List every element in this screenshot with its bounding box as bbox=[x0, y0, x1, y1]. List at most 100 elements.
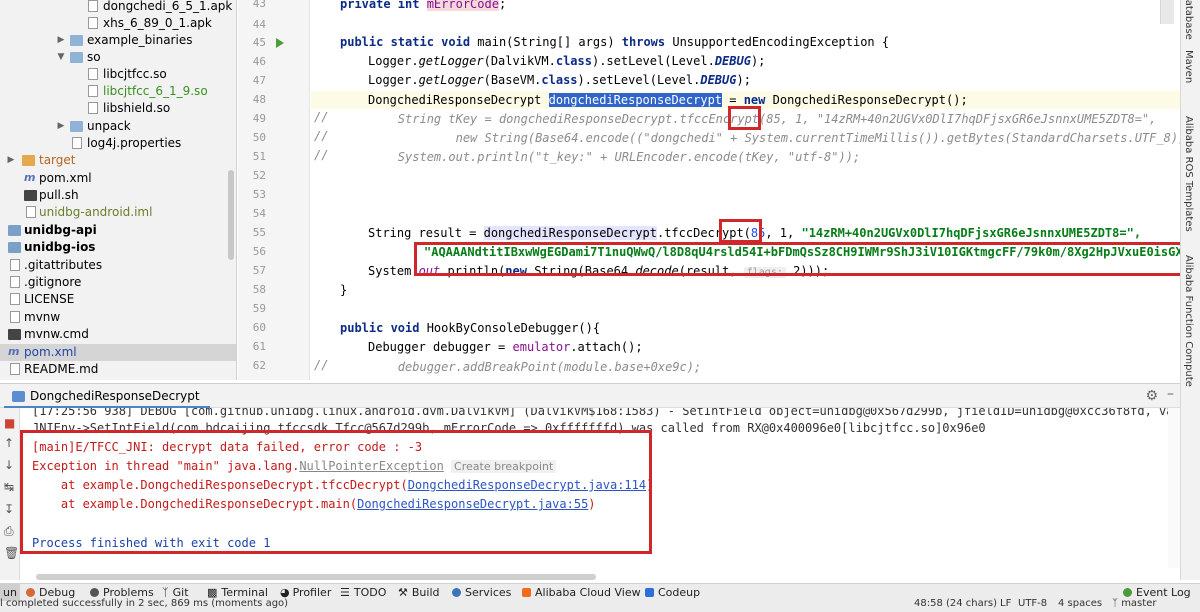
tab-todo[interactable]: ☰ TODO bbox=[340, 584, 386, 602]
tree-item-pom-xml-root[interactable]: m pom.xml bbox=[0, 344, 236, 361]
chevron-right-icon[interactable]: ▶ bbox=[6, 152, 16, 169]
list-icon: ☰ bbox=[340, 586, 350, 599]
status-indent[interactable]: 4 spaces bbox=[1058, 598, 1102, 609]
project-tree[interactable]: dongchedi_6_5_1.apk xhs_6_89_0_1.apk ▶ e… bbox=[0, 0, 237, 380]
tab-alibaba-cloud-view[interactable]: Alibaba Cloud View bbox=[522, 584, 641, 602]
run-config-icon bbox=[12, 391, 25, 402]
run-main-icon[interactable] bbox=[276, 38, 284, 48]
tab-alibaba-ros-templates[interactable]: Alibaba ROS Templates bbox=[1183, 116, 1194, 232]
tree-item-dongchedi-apk[interactable]: dongchedi_6_5_1.apk bbox=[0, 0, 236, 15]
tree-item-libcjtfcc-so[interactable]: libcjtfcc.so bbox=[0, 66, 236, 83]
tree-item-unidbg-android-iml[interactable]: unidbg-android.iml bbox=[0, 204, 236, 221]
tree-item-unidbg-ios[interactable]: unidbg-ios bbox=[0, 239, 236, 256]
print-icon[interactable]: ⎙ bbox=[4, 524, 14, 539]
line-number: 55 bbox=[252, 226, 266, 239]
annotation-box-85 bbox=[719, 219, 762, 243]
gear-icon[interactable]: ⚙ bbox=[1145, 388, 1158, 404]
tree-item-readme[interactable]: README.md bbox=[0, 361, 236, 378]
tab-maven[interactable]: Maven bbox=[1183, 50, 1194, 83]
tree-item-target[interactable]: ▶ target bbox=[0, 152, 236, 169]
line-number: 51 bbox=[252, 150, 266, 163]
up-arrow-icon[interactable]: ↑ bbox=[4, 436, 14, 450]
console-hscrollbar[interactable] bbox=[36, 574, 596, 580]
annotation-box-85-commented bbox=[728, 106, 761, 130]
tree-item-xhs-apk[interactable]: xhs_6_89_0_1.apk bbox=[0, 15, 236, 32]
folder-icon bbox=[70, 52, 83, 63]
code-line-58: } bbox=[340, 283, 348, 297]
line-number: 52 bbox=[252, 169, 266, 182]
editor-scrollbar[interactable] bbox=[1160, 0, 1174, 24]
tab-alibaba-function-compute[interactable]: Alibaba Function Compute bbox=[1183, 255, 1194, 387]
run-tab-label: DongchediResponseDecrypt bbox=[30, 389, 200, 403]
file-icon bbox=[10, 259, 20, 271]
code-editor[interactable]: 43 44 45 46 47 48 49 50 51 52 53 54 55 5… bbox=[238, 0, 1200, 380]
right-tool-rail: Database Maven Alibaba ROS Templates Ali… bbox=[1180, 0, 1200, 580]
chevron-right-icon[interactable]: ▶ bbox=[56, 32, 66, 49]
tree-item-gitignore[interactable]: .gitignore bbox=[0, 274, 236, 291]
scroll-to-end-icon[interactable]: ↧ bbox=[4, 502, 14, 516]
code-line-46: Logger.getLogger(DalvikVM.class).setLeve… bbox=[368, 54, 766, 68]
line-number: 59 bbox=[252, 302, 266, 315]
status-message[interactable]: l completed successfully in 2 sec, 869 m… bbox=[0, 598, 288, 609]
tree-item-so[interactable]: ▼ so bbox=[0, 49, 236, 66]
tab-build[interactable]: ⚒ Build bbox=[398, 584, 440, 602]
services-icon bbox=[452, 588, 461, 597]
editor-gutter[interactable]: 43 44 45 46 47 48 49 50 51 52 53 54 55 5… bbox=[238, 0, 310, 380]
tree-scrollbar[interactable] bbox=[228, 170, 234, 260]
soft-wrap-icon[interactable]: ↹ bbox=[4, 480, 14, 494]
tree-item-example-binaries[interactable]: ▶ example_binaries bbox=[0, 32, 236, 49]
trash-icon[interactable]: 🗑 bbox=[4, 546, 19, 560]
tree-item-gitattributes[interactable]: .gitattributes bbox=[0, 257, 236, 274]
file-icon bbox=[88, 102, 98, 114]
code-line-60: public void HookByConsoleDebugger(){ bbox=[340, 321, 601, 335]
tree-item-unpack[interactable]: ▶ unpack bbox=[0, 118, 236, 135]
status-git-branch[interactable]: ᛉ master bbox=[1112, 598, 1156, 609]
tree-item-pull-sh[interactable]: pull.sh bbox=[0, 187, 236, 204]
codeup-icon bbox=[645, 588, 654, 597]
comment-marker: // bbox=[314, 129, 329, 143]
annotation-box-encrypted-data bbox=[414, 242, 1200, 276]
minimize-icon[interactable]: – bbox=[1167, 386, 1174, 402]
run-toolbar: ■ ↑ ↓ ↹ ↧ ⎙ 🗑 bbox=[0, 408, 20, 580]
tree-item-mvnw[interactable]: mvnw bbox=[0, 309, 236, 326]
maven-icon: m bbox=[24, 171, 36, 184]
code-line-47: Logger.getLogger(BaseVM.class).setLevel(… bbox=[368, 73, 751, 87]
code-line-50: new String(Base64.encode(("dongchedi" + … bbox=[340, 131, 1200, 145]
line-number: 53 bbox=[252, 188, 266, 201]
line-number: 54 bbox=[252, 207, 266, 220]
event-log-icon bbox=[1123, 588, 1132, 597]
tree-item-unidbg-api[interactable]: unidbg-api bbox=[0, 222, 236, 239]
tree-item-libcjtfcc-619-so[interactable]: libcjtfcc_6_1_9.so bbox=[0, 83, 236, 100]
run-console[interactable]: [17:25:56 938] DEBUG [com.github.unidbg.… bbox=[20, 408, 1180, 568]
status-cursor-position[interactable]: 48:58 (24 chars) bbox=[914, 598, 997, 609]
tab-services[interactable]: Services bbox=[452, 584, 511, 602]
chevron-right-icon[interactable]: ▶ bbox=[56, 118, 66, 135]
folder-icon bbox=[70, 35, 83, 46]
line-number: 62 bbox=[252, 359, 266, 372]
stop-icon[interactable]: ■ bbox=[4, 416, 15, 430]
down-arrow-icon[interactable]: ↓ bbox=[4, 458, 14, 472]
console-vscroll[interactable] bbox=[1168, 408, 1180, 568]
tree-item-pom-xml-module[interactable]: m pom.xml bbox=[0, 170, 236, 187]
tab-codeup[interactable]: Codeup bbox=[645, 584, 700, 602]
module-folder-icon bbox=[8, 242, 21, 253]
tree-item-mvnw-cmd[interactable]: mvnw.cmd bbox=[0, 326, 236, 343]
chevron-down-icon[interactable]: ▼ bbox=[56, 49, 66, 66]
hammer-icon: ⚒ bbox=[398, 586, 408, 599]
tab-database[interactable]: Database bbox=[1183, 0, 1194, 40]
status-bar: l completed successfully in 2 sec, 869 m… bbox=[0, 598, 1200, 612]
debug-icon bbox=[26, 588, 35, 597]
status-encoding[interactable]: UTF-8 bbox=[1018, 598, 1047, 609]
status-line-separator[interactable]: LF bbox=[1000, 598, 1011, 609]
tree-item-log4j[interactable]: log4j.properties bbox=[0, 135, 236, 152]
tab-run-dongchedi[interactable]: DongchediResponseDecrypt bbox=[4, 384, 210, 409]
file-icon bbox=[10, 276, 20, 288]
problems-icon bbox=[90, 588, 99, 597]
cmd-file-icon bbox=[8, 329, 21, 340]
tree-item-license[interactable]: LICENSE bbox=[0, 291, 236, 308]
code-line-43: private int mErrorCode; bbox=[340, 0, 506, 13]
tree-item-libshield-so[interactable]: libshield.so bbox=[0, 100, 236, 117]
alibaba-cloud-icon bbox=[522, 588, 531, 597]
line-number: 50 bbox=[252, 131, 266, 144]
code-line-61: Debugger debugger = emulator.attach(); bbox=[368, 340, 643, 354]
